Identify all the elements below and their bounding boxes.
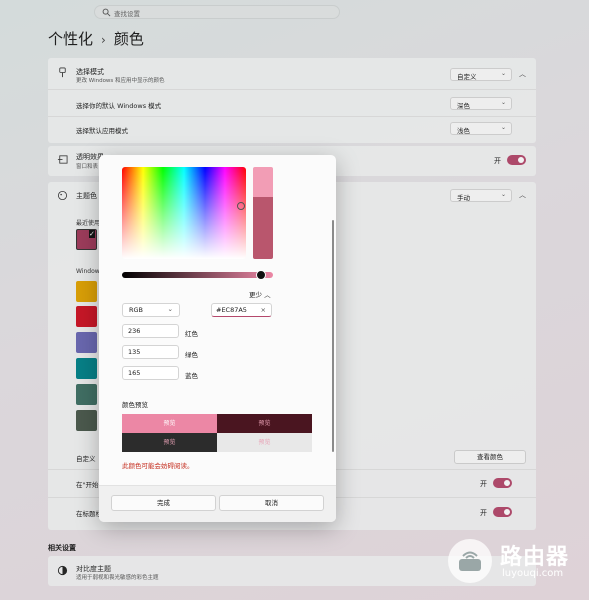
preview-title: 颜色预览 <box>122 401 148 409</box>
chevron-up-icon: ︿ <box>264 291 271 299</box>
hex-value: #EC87A5 <box>216 306 247 314</box>
color-picker-dialog: 更少 ︿ RGB ⌄ #EC87A5 × 236 红色 135 绿色 165 蓝色 … <box>99 155 336 522</box>
done-button[interactable]: 完成 <box>111 495 216 511</box>
new-color-preview <box>253 167 273 197</box>
blue-input[interactable]: 165 <box>122 366 179 380</box>
green-value: 135 <box>128 348 141 356</box>
dialog-footer: 完成 取消 <box>99 485 336 522</box>
hex-input[interactable]: #EC87A5 × <box>211 303 272 317</box>
cancel-button[interactable]: 取消 <box>219 495 324 511</box>
red-label: 红色 <box>185 330 198 338</box>
router-icon <box>459 551 481 571</box>
blue-label: 蓝色 <box>185 372 198 380</box>
watermark-brand: 路由器 <box>500 545 570 570</box>
router-logo-icon <box>448 539 492 583</box>
red-input[interactable]: 236 <box>122 324 179 338</box>
preview-light-bg: 预览 <box>217 433 312 452</box>
brightness-slider-knob[interactable] <box>256 270 266 280</box>
green-label: 绿色 <box>185 351 198 359</box>
blue-value: 165 <box>128 369 141 377</box>
contrast-warning: 此颜色可能会妨碍阅读。 <box>122 462 194 470</box>
old-color-preview <box>253 197 273 259</box>
preview-dark-accent: 预览 <box>217 414 312 433</box>
preview-light-accent: 预览 <box>122 414 217 433</box>
brightness-slider[interactable] <box>122 272 273 278</box>
color-model-value: RGB <box>129 306 144 314</box>
spectrum-handle[interactable] <box>237 202 245 210</box>
green-input[interactable]: 135 <box>122 345 179 359</box>
preview-dark-bg: 预览 <box>122 433 217 452</box>
color-spectrum[interactable] <box>122 167 246 259</box>
clear-icon[interactable]: × <box>261 306 266 314</box>
dialog-scrollbar[interactable] <box>332 220 334 452</box>
chevron-down-icon: ⌄ <box>167 305 173 313</box>
watermark: 路由器 luyouqi.com <box>448 537 583 587</box>
color-model-select[interactable]: RGB ⌄ <box>122 303 180 317</box>
watermark-url: luyouqi.com <box>502 568 564 579</box>
less-label: 更少 <box>249 291 262 299</box>
less-toggle[interactable]: 更少 ︿ <box>249 289 271 299</box>
red-value: 236 <box>128 327 141 335</box>
